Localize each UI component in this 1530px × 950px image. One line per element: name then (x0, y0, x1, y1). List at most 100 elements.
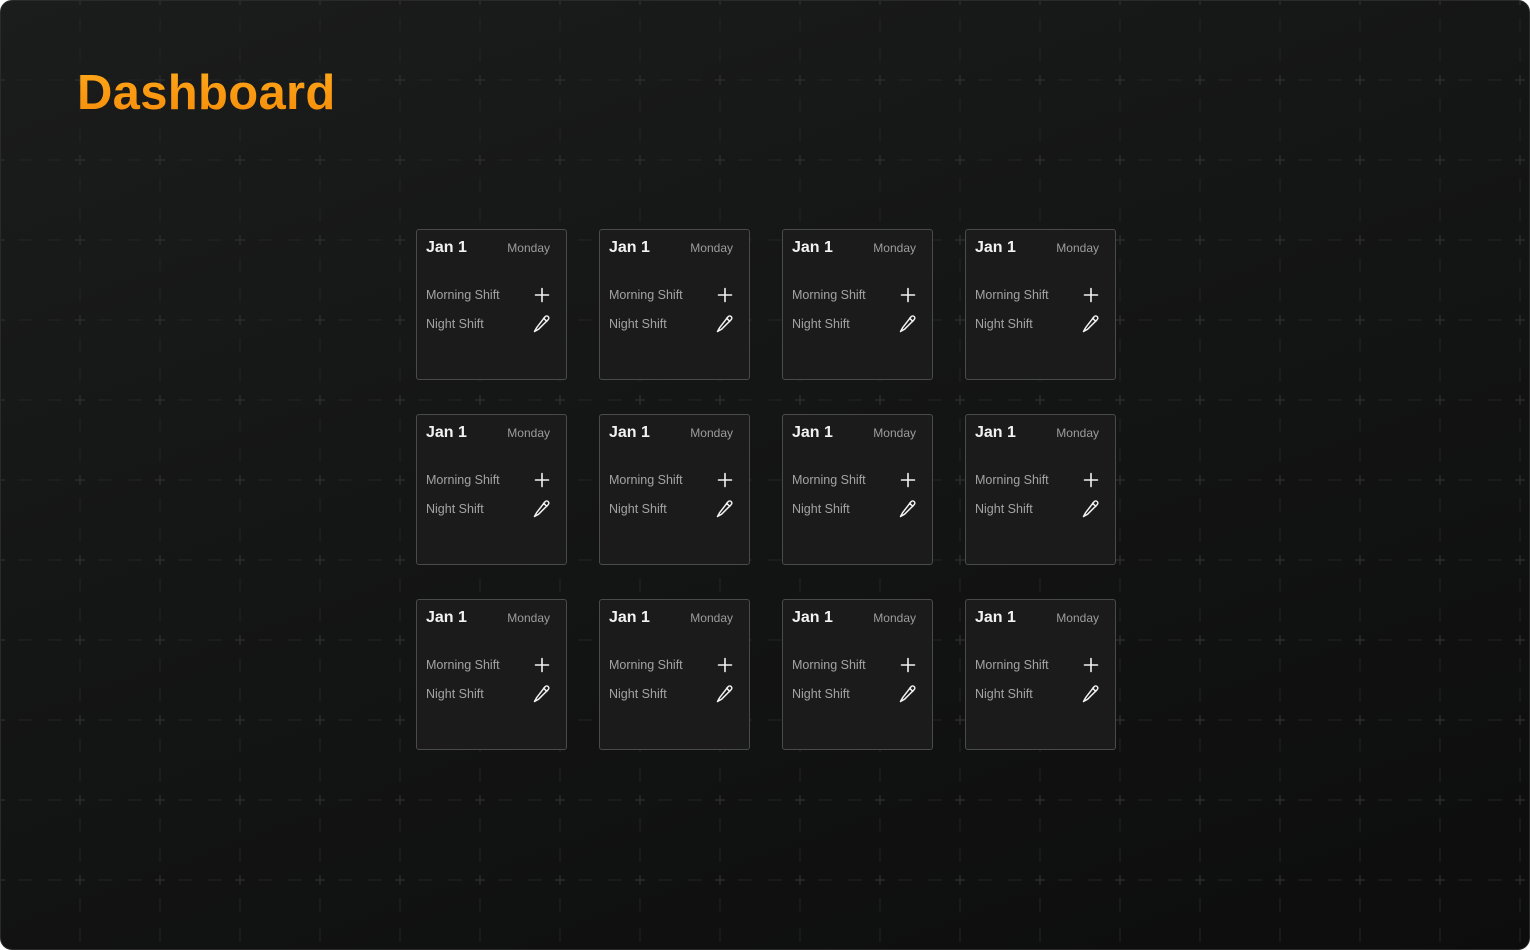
add-morning-shift-button[interactable] (1081, 285, 1101, 305)
day-card: Jan 1 Monday Morning Shift Night Shift (782, 414, 933, 565)
plus-icon (900, 657, 916, 673)
morning-shift-label: Morning Shift (792, 473, 866, 487)
card-weekday: Monday (690, 241, 733, 255)
night-shift-row: Night Shift (609, 313, 735, 335)
card-weekday: Monday (1056, 241, 1099, 255)
morning-shift-label: Morning Shift (609, 473, 683, 487)
edit-night-shift-button[interactable] (715, 684, 735, 704)
night-shift-label: Night Shift (426, 317, 484, 331)
edit-night-shift-button[interactable] (898, 499, 918, 519)
card-date: Jan 1 (609, 424, 650, 441)
pencil-icon (533, 685, 550, 703)
morning-shift-row: Morning Shift (792, 469, 918, 491)
night-shift-label: Night Shift (975, 317, 1033, 331)
morning-shift-label: Morning Shift (792, 288, 866, 302)
morning-shift-row: Morning Shift (792, 284, 918, 306)
night-shift-row: Night Shift (426, 683, 552, 705)
morning-shift-row: Morning Shift (975, 469, 1101, 491)
edit-night-shift-button[interactable] (898, 314, 918, 334)
night-shift-label: Night Shift (609, 317, 667, 331)
card-weekday: Monday (507, 426, 550, 440)
day-cards-grid: Jan 1 Monday Morning Shift Night Shift J… (416, 229, 1116, 750)
pencil-icon (716, 685, 733, 703)
add-morning-shift-button[interactable] (715, 285, 735, 305)
night-shift-row: Night Shift (426, 313, 552, 335)
edit-night-shift-button[interactable] (715, 499, 735, 519)
edit-night-shift-button[interactable] (532, 314, 552, 334)
day-card: Jan 1 Monday Morning Shift Night Shift (782, 229, 933, 380)
morning-shift-label: Morning Shift (609, 658, 683, 672)
add-morning-shift-button[interactable] (532, 655, 552, 675)
card-weekday: Monday (873, 241, 916, 255)
morning-shift-label: Morning Shift (426, 658, 500, 672)
add-morning-shift-button[interactable] (1081, 470, 1101, 490)
plus-icon (717, 657, 733, 673)
morning-shift-label: Morning Shift (975, 473, 1049, 487)
day-card: Jan 1 Monday Morning Shift Night Shift (965, 414, 1116, 565)
night-shift-label: Night Shift (792, 502, 850, 516)
card-date: Jan 1 (426, 424, 467, 441)
pencil-icon (533, 315, 550, 333)
card-date: Jan 1 (426, 239, 467, 256)
plus-icon (1083, 287, 1099, 303)
pencil-icon (899, 500, 916, 518)
morning-shift-row: Morning Shift (609, 654, 735, 676)
add-morning-shift-button[interactable] (715, 655, 735, 675)
morning-shift-row: Morning Shift (609, 469, 735, 491)
card-date: Jan 1 (609, 239, 650, 256)
card-date: Jan 1 (609, 609, 650, 626)
plus-icon (717, 287, 733, 303)
edit-night-shift-button[interactable] (1081, 499, 1101, 519)
plus-icon (1083, 657, 1099, 673)
add-morning-shift-button[interactable] (532, 470, 552, 490)
add-morning-shift-button[interactable] (532, 285, 552, 305)
card-weekday: Monday (507, 611, 550, 625)
night-shift-label: Night Shift (792, 687, 850, 701)
day-card: Jan 1 Monday Morning Shift Night Shift (965, 599, 1116, 750)
edit-night-shift-button[interactable] (1081, 314, 1101, 334)
page-title: Dashboard (77, 63, 336, 123)
night-shift-label: Night Shift (975, 502, 1033, 516)
plus-icon (534, 287, 550, 303)
night-shift-row: Night Shift (426, 498, 552, 520)
card-date: Jan 1 (975, 424, 1016, 441)
card-date: Jan 1 (792, 424, 833, 441)
day-card: Jan 1 Monday Morning Shift Night Shift (599, 599, 750, 750)
pencil-icon (899, 315, 916, 333)
pencil-icon (1082, 500, 1099, 518)
edit-night-shift-button[interactable] (532, 499, 552, 519)
day-card: Jan 1 Monday Morning Shift Night Shift (965, 229, 1116, 380)
add-morning-shift-button[interactable] (715, 470, 735, 490)
edit-night-shift-button[interactable] (898, 684, 918, 704)
add-morning-shift-button[interactable] (1081, 655, 1101, 675)
edit-night-shift-button[interactable] (532, 684, 552, 704)
morning-shift-row: Morning Shift (609, 284, 735, 306)
day-card: Jan 1 Monday Morning Shift Night Shift (416, 599, 567, 750)
add-morning-shift-button[interactable] (898, 655, 918, 675)
night-shift-label: Night Shift (609, 687, 667, 701)
add-morning-shift-button[interactable] (898, 285, 918, 305)
card-weekday: Monday (1056, 611, 1099, 625)
night-shift-row: Night Shift (975, 498, 1101, 520)
edit-night-shift-button[interactable] (1081, 684, 1101, 704)
pencil-icon (1082, 315, 1099, 333)
card-weekday: Monday (1056, 426, 1099, 440)
card-date: Jan 1 (792, 609, 833, 626)
add-morning-shift-button[interactable] (898, 470, 918, 490)
night-shift-row: Night Shift (609, 498, 735, 520)
plus-icon (900, 287, 916, 303)
edit-night-shift-button[interactable] (715, 314, 735, 334)
plus-icon (900, 472, 916, 488)
plus-icon (534, 657, 550, 673)
night-shift-label: Night Shift (426, 687, 484, 701)
night-shift-row: Night Shift (792, 498, 918, 520)
morning-shift-label: Morning Shift (975, 288, 1049, 302)
card-date: Jan 1 (975, 609, 1016, 626)
night-shift-row: Night Shift (975, 313, 1101, 335)
morning-shift-label: Morning Shift (426, 288, 500, 302)
night-shift-label: Night Shift (975, 687, 1033, 701)
morning-shift-row: Morning Shift (975, 284, 1101, 306)
card-weekday: Monday (690, 426, 733, 440)
plus-icon (1083, 472, 1099, 488)
card-weekday: Monday (873, 611, 916, 625)
